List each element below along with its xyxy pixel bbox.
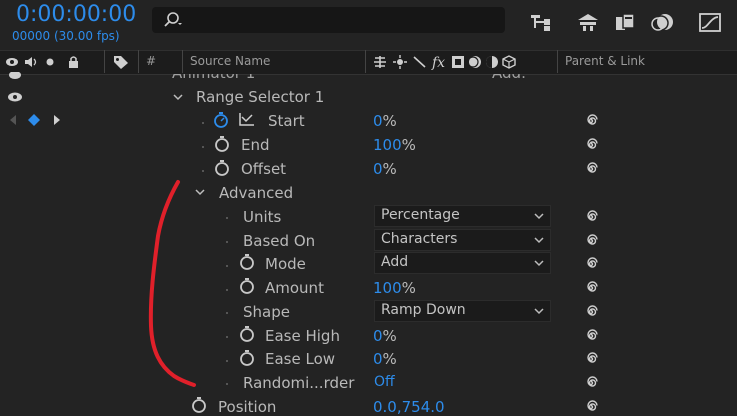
mode-dropdown[interactable]: Add (374, 252, 551, 274)
stopwatch-icon[interactable] (191, 396, 207, 413)
based-on-label: Based On (243, 232, 316, 250)
offset-value[interactable]: 0% (373, 160, 397, 178)
animator-label: Animator 1 (172, 74, 255, 82)
chevron-down-icon (534, 260, 544, 267)
mode-label: Mode (265, 255, 306, 273)
position-value[interactable]: 0.0,754.0 (373, 398, 445, 416)
chevron-down-icon[interactable] (172, 91, 184, 103)
frame-rate-display: 00000 (30.00 fps) (12, 29, 120, 43)
composition-flowchart-icon[interactable] (528, 10, 556, 34)
indent-guide (226, 360, 228, 362)
motion-blur-icon[interactable] (650, 10, 678, 34)
visibility-eye-icon[interactable] (8, 72, 22, 82)
chevron-down-icon (534, 213, 544, 220)
indent-guide (226, 289, 228, 291)
pick-whip-icon[interactable] (583, 375, 599, 391)
av-switches-icons (6, 56, 78, 68)
randomize-order-value[interactable]: Off (374, 374, 395, 390)
column-divider (138, 50, 139, 73)
pick-whip-icon[interactable] (583, 328, 599, 344)
column-header-row: # Source Name fx Parent & Link (0, 50, 737, 75)
pick-whip-icon[interactable] (583, 137, 599, 153)
amount-value[interactable]: 100% (373, 279, 416, 297)
end-label: End (241, 136, 270, 154)
based-on-dropdown[interactable]: Characters (374, 229, 551, 251)
column-divider (182, 50, 183, 73)
indent-guide (226, 312, 228, 314)
indent-guide (226, 217, 228, 219)
stopwatch-icon[interactable] (239, 325, 255, 342)
pick-whip-icon[interactable] (583, 399, 599, 415)
frame-blending-icon[interactable] (612, 10, 640, 34)
pick-whip-icon[interactable] (583, 161, 599, 177)
end-value[interactable]: 100% (373, 136, 416, 154)
label-tag-icon[interactable] (112, 54, 130, 70)
stopwatch-icon[interactable] (239, 277, 255, 294)
start-label: Start (268, 112, 305, 130)
layer-number-column: # (146, 54, 157, 68)
indent-guide (226, 383, 228, 385)
stopwatch-icon[interactable] (214, 135, 230, 152)
stopwatch-icon[interactable] (239, 253, 255, 270)
shape-dropdown[interactable]: Ramp Down (374, 300, 551, 322)
svg-text:fx: fx (431, 55, 445, 70)
pick-whip-icon[interactable] (583, 280, 599, 296)
pick-whip-icon[interactable] (583, 304, 599, 320)
stopwatch-icon[interactable] (213, 111, 229, 128)
current-time-display[interactable]: 0:00:00:00 (16, 2, 136, 27)
chevron-down-icon (534, 237, 544, 244)
shape-label: Shape (243, 303, 290, 321)
draft-3d-icon[interactable] (574, 10, 602, 34)
stopwatch-icon[interactable] (214, 159, 230, 176)
pick-whip-icon[interactable] (583, 256, 599, 272)
search-icon (164, 12, 182, 27)
graph-icon[interactable] (238, 111, 256, 127)
units-dropdown[interactable]: Percentage (374, 205, 551, 227)
indent-guide (226, 336, 228, 338)
indent-guide (202, 146, 204, 148)
pick-whip-icon[interactable] (583, 113, 599, 129)
indent-guide (226, 265, 228, 267)
pick-whip-icon[interactable] (583, 351, 599, 367)
ease-high-label: Ease High (265, 327, 340, 345)
search-input[interactable] (152, 7, 505, 33)
source-name-column[interactable]: Source Name (190, 54, 270, 68)
column-divider (104, 50, 105, 73)
indent-guide (226, 241, 228, 243)
ease-high-value[interactable]: 0% (373, 327, 397, 345)
indent-guide (202, 170, 204, 172)
keyframe-navigator[interactable] (7, 113, 67, 127)
ease-low-value[interactable]: 0% (373, 350, 397, 368)
amount-label: Amount (265, 279, 324, 297)
parent-link-column[interactable]: Parent & Link (565, 54, 645, 68)
animator-row-partial: Animator 1 Add: (0, 74, 737, 84)
offset-label: Offset (241, 160, 287, 178)
stopwatch-icon[interactable] (239, 349, 255, 366)
red-annotation-stroke (148, 180, 196, 387)
visibility-eye-icon[interactable] (7, 91, 23, 103)
pick-whip-icon[interactable] (583, 209, 599, 225)
start-value[interactable]: 0% (373, 112, 397, 130)
ease-low-label: Ease Low (265, 350, 336, 368)
animator-add-menu[interactable]: Add: (492, 74, 526, 82)
units-label: Units (243, 208, 282, 226)
range-selector-label[interactable]: Range Selector 1 (196, 88, 324, 106)
layer-switches-icons: fx (374, 55, 516, 70)
randomize-order-label: Randomi...rder (243, 374, 355, 392)
pick-whip-icon[interactable] (583, 233, 599, 249)
column-divider (557, 50, 558, 73)
advanced-group-label[interactable]: Advanced (219, 184, 293, 202)
column-divider (365, 50, 366, 73)
graph-editor-icon[interactable] (696, 10, 724, 34)
position-label: Position (218, 398, 277, 416)
chevron-down-icon (534, 308, 544, 315)
indent-guide (202, 122, 204, 124)
